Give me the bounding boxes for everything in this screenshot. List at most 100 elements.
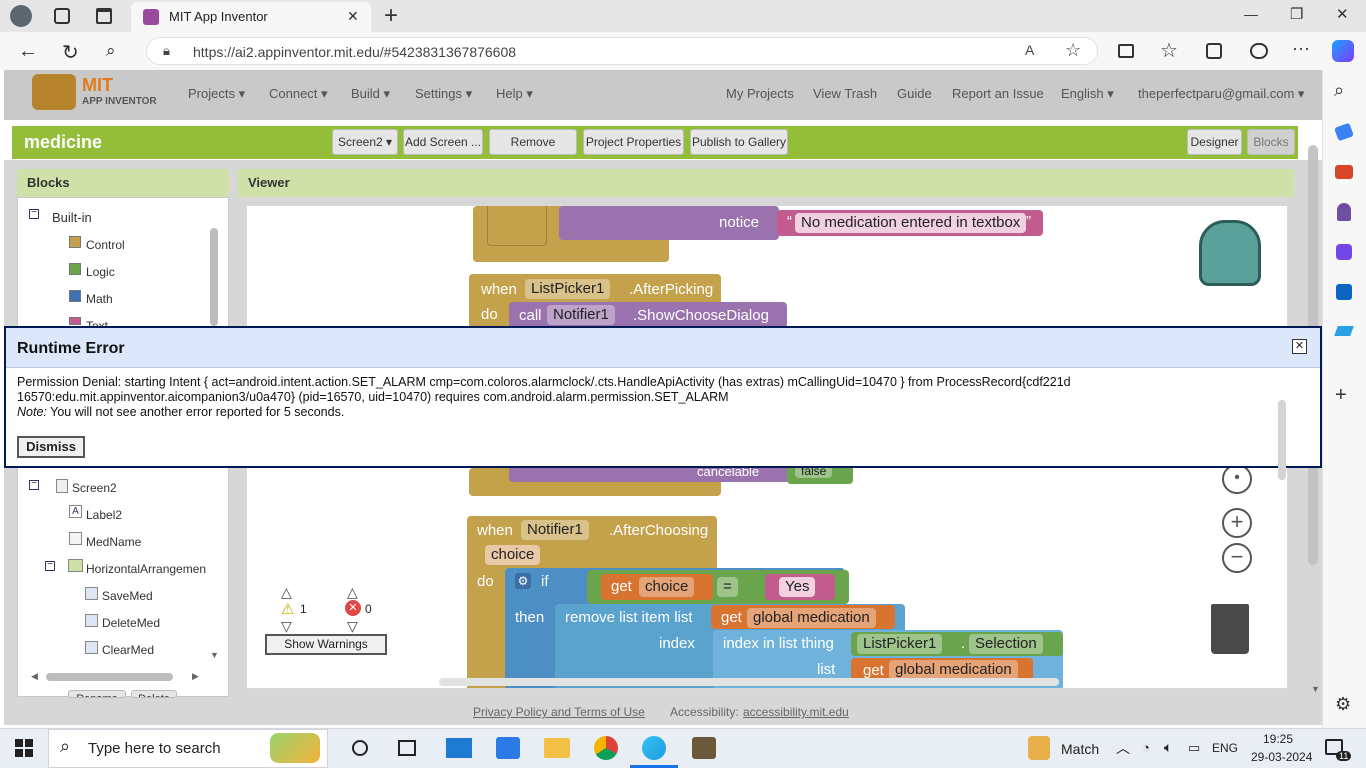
read-aloud-icon[interactable]: A <box>1025 42 1034 58</box>
network-icon[interactable]: ◔ <box>1142 740 1150 755</box>
screen2-collapse-icon[interactable]: − <box>29 479 39 490</box>
link-guide[interactable]: Guide <box>897 86 932 101</box>
tree-scroll-right-icon[interactable]: ▶ <box>192 671 199 682</box>
sidebar-search-icon[interactable]: ⌕ <box>1334 80 1344 101</box>
favorite-star-icon[interactable]: ☆ <box>1065 40 1081 61</box>
yes-string-value[interactable]: Yes <box>779 577 816 597</box>
rename-button[interactable]: Rename <box>68 690 126 698</box>
trash-can-icon[interactable] <box>1211 604 1249 654</box>
menu-connect[interactable]: Connect ▾ <box>269 86 328 102</box>
equals-operator-dropdown[interactable]: = <box>717 577 738 597</box>
tree-builtin[interactable]: Built-in <box>52 210 92 225</box>
mail-app-icon[interactable] <box>446 738 472 758</box>
edge-app-icon[interactable] <box>642 736 666 760</box>
account-dropdown[interactable]: theperfectparu@gmail.com ▾ <box>1138 86 1304 102</box>
backpack-icon[interactable] <box>1199 220 1261 286</box>
designer-button[interactable]: Designer <box>1187 129 1242 155</box>
cortana-circle-icon[interactable] <box>352 740 368 756</box>
menu-help[interactable]: Help ▾ <box>496 86 533 102</box>
window-minimize-button[interactable]: — <box>1244 6 1258 22</box>
tree-scroll-down-icon[interactable]: ▼ <box>210 650 219 660</box>
browser-tab-active[interactable]: MIT App Inventor ✕ <box>131 2 371 32</box>
mutator-gear-icon[interactable]: ⚙ <box>515 573 531 589</box>
link-my-projects[interactable]: My Projects <box>726 86 794 101</box>
windows-start-icon[interactable] <box>15 739 33 757</box>
listpicker1-selection-dropdown[interactable]: ListPicker1 <box>857 634 943 654</box>
tree-item-text[interactable]: Text <box>86 319 108 326</box>
notifier1-event-dropdown[interactable]: Notifier1 <box>521 520 589 540</box>
taskbar-weather-text[interactable]: Match <box>1061 741 1099 757</box>
error-prev-arrow-icon[interactable]: △ <box>347 584 358 601</box>
window-maximize-button[interactable]: ❐ <box>1290 5 1303 23</box>
tray-chevron-icon[interactable]: ︿ <box>1116 738 1130 758</box>
speaker-icon[interactable]: 🔈︎ <box>1164 739 1172 756</box>
arrangement-collapse-icon[interactable]: − <box>45 560 55 571</box>
tree-label2[interactable]: Label2 <box>86 508 122 522</box>
workspace-h-scrollbar[interactable] <box>439 678 1059 686</box>
global-medication-dropdown[interactable]: global medication <box>747 608 876 628</box>
warning-prev-arrow-icon[interactable]: △ <box>281 584 292 601</box>
tree-clearmed[interactable]: ClearMed <box>102 643 154 657</box>
search-icon[interactable]: ⌕ <box>106 41 116 61</box>
tree-scroll-left-icon[interactable]: ◀ <box>31 671 38 682</box>
error-next-arrow-icon[interactable]: ▽ <box>347 618 358 635</box>
viewer-scroll-down-icon[interactable]: ▼ <box>1311 684 1320 694</box>
privacy-policy-link[interactable]: Privacy Policy and Terms of Use <box>473 705 645 719</box>
dialog-scrollbar[interactable] <box>1278 400 1286 480</box>
copilot-icon[interactable] <box>1332 40 1354 62</box>
selection-property-dropdown[interactable]: Selection <box>969 634 1043 654</box>
sidebar-settings-gear-icon[interactable]: ⚙ <box>1335 694 1351 715</box>
tree-horizontal-arrangement[interactable]: HorizontalArrangemen <box>86 562 206 576</box>
tree-item-logic[interactable]: Logic <box>86 265 115 279</box>
delete-button[interactable]: Delete <box>131 690 177 698</box>
collections-icon[interactable] <box>1206 43 1222 59</box>
sidebar-chess-icon[interactable] <box>1337 203 1351 221</box>
tree-item-math[interactable]: Math <box>86 292 113 306</box>
accessibility-link[interactable]: accessibility.mit.edu <box>743 705 849 719</box>
window-close-button[interactable]: ✕ <box>1336 5 1349 23</box>
tree-item-control[interactable]: Control <box>86 238 125 252</box>
notice-text-value[interactable]: No medication entered in textbox <box>795 213 1027 233</box>
menu-settings[interactable]: Settings ▾ <box>415 86 472 102</box>
tab-close-icon[interactable]: ✕ <box>347 8 359 25</box>
file-explorer-icon[interactable] <box>544 738 570 758</box>
warning-next-arrow-icon[interactable]: ▽ <box>281 618 292 635</box>
language-dropdown[interactable]: English ▾ <box>1061 86 1114 102</box>
listpicker1-dropdown[interactable]: ListPicker1 <box>525 279 611 299</box>
get-choice-dropdown[interactable]: choice <box>639 577 695 597</box>
battery-icon[interactable]: ▭ <box>1188 740 1200 756</box>
workspaces-icon[interactable] <box>54 8 70 24</box>
global-medication-dropdown-2[interactable]: global medication <box>889 660 1018 680</box>
zoom-in-icon[interactable]: + <box>1222 508 1252 538</box>
show-warnings-button[interactable]: Show Warnings <box>265 634 387 655</box>
address-bar[interactable]: 🔒︎ https://ai2.appinventor.mit.edu/#5423… <box>146 37 1098 65</box>
zoom-out-icon[interactable]: − <box>1222 543 1252 573</box>
clock-time[interactable]: 19:25 <box>1263 732 1293 746</box>
back-arrow-icon[interactable]: ← <box>18 40 38 63</box>
language-indicator[interactable]: ENG <box>1212 741 1238 755</box>
new-tab-button[interactable]: + <box>384 2 398 30</box>
sidebar-toolbox-icon[interactable] <box>1335 165 1353 179</box>
publish-gallery-button[interactable]: Publish to Gallery <box>690 129 788 155</box>
link-view-trash[interactable]: View Trash <box>813 86 877 101</box>
notifier1-dropdown[interactable]: Notifier1 <box>547 305 615 325</box>
builtin-collapse-icon[interactable]: − <box>29 208 39 219</box>
clock-date[interactable]: 29-03-2024 <box>1251 750 1312 764</box>
recenter-icon[interactable]: • <box>1222 464 1252 494</box>
more-menu-icon[interactable]: ··· <box>1292 38 1310 59</box>
store-app-icon[interactable] <box>496 737 520 759</box>
tree-medname[interactable]: MedName <box>86 535 141 549</box>
tree-horizontal-scrollbar[interactable] <box>46 673 173 681</box>
blocks-mode-button[interactable]: Blocks <box>1247 129 1295 155</box>
tree-screen2[interactable]: Screen2 <box>72 481 117 495</box>
heart-pulse-icon[interactable] <box>1250 43 1268 59</box>
sidebar-add-icon[interactable]: + <box>1335 384 1347 407</box>
screen-dropdown[interactable]: Screen2 ▾ <box>332 129 398 155</box>
search-highlight-icon[interactable] <box>270 733 320 763</box>
task-view-icon[interactable] <box>398 740 416 756</box>
split-screen-icon[interactable] <box>1118 44 1134 58</box>
menu-projects[interactable]: Projects ▾ <box>188 86 245 102</box>
sidebar-outlook-icon[interactable] <box>1336 284 1352 300</box>
pinned-app-icon[interactable] <box>692 737 716 759</box>
favorites-icon[interactable]: ☆ <box>1160 38 1178 63</box>
